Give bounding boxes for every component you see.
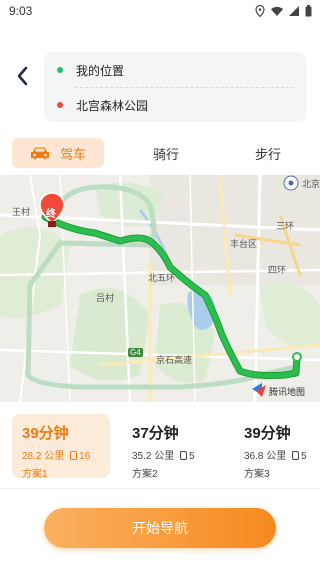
status-icons [255,5,312,17]
map-label-wangcun: 王村 [12,207,31,217]
map-label-fengtai: 丰台区 [230,239,258,249]
map-attribution: 腾讯地图 [269,387,306,397]
status-bar: 9:03 [0,0,320,22]
car-icon [30,147,49,160]
tab-walking[interactable]: 步行 [222,138,314,168]
tab-cycling[interactable]: 骑行 [120,138,212,168]
map-label-lucun: 吕村 [96,293,115,303]
dest-marker-label: 终 [46,209,56,220]
origin-text: 我的位置 [76,63,125,78]
plan-3-name: 方案3 [244,469,270,480]
tab-walking-label: 步行 [254,146,281,162]
plan-1-time: 39分钟 [22,425,69,442]
status-time: 9:03 [9,4,33,18]
plan-3-lights: 5 [301,451,307,462]
destination-text: 北宫森林公园 [76,98,149,113]
plan-2-meta: 35.2 公里 5 [132,447,220,462]
plan-3-distance: 36.8 公里 [244,451,287,462]
location-icon [255,5,265,17]
plan-card-2[interactable]: 37分钟 35.2 公里 5 方案2 [122,414,220,480]
plan-3-time: 39分钟 [244,425,291,442]
mode-tabs: 驾车 骑行 步行 [0,138,320,168]
plan-2-lights: 5 [189,451,195,462]
map-label-g4: G4 [128,348,143,357]
plan-2-name: 方案2 [132,469,158,480]
wifi-icon [271,6,283,16]
plan-2-time: 37分钟 [132,425,179,442]
chevron-left-icon [17,66,28,86]
bottom-divider [0,488,320,489]
route-plans: 39分钟 28.2 公里 16 方案1 37分钟 35.2 公里 5 方案2 3… [0,410,320,480]
map-view[interactable]: 终 王村 北京 丰台区 吕村 四环 三环 G4 京石高速 北五环 腾讯地图 [0,175,320,402]
tab-cycling-label: 骑行 [152,146,179,162]
traffic-light-icon [292,451,300,460]
map-label-sanhuan: 三环 [276,221,295,231]
start-navigation-button[interactable]: 开始导航 [44,508,276,548]
signal-icon [289,6,299,16]
origin-dot [57,67,63,73]
plan-1-lights: 16 [79,451,91,462]
destination-field[interactable]: 北宫森林公园 [44,88,306,122]
plan-1-meta: 28.2 公里 16 [22,447,110,462]
traffic-light-icon [180,451,188,460]
plan-card-3[interactable]: 39分钟 36.8 公里 5 方案3 [234,414,320,480]
traffic-light-icon [70,451,78,460]
plan-1-name: 方案1 [22,469,48,480]
battery-icon [305,5,312,17]
origin-field[interactable]: 我的位置 [44,53,306,87]
map-label-beijing: 北京 [302,179,320,189]
back-button[interactable] [12,64,32,88]
plan-3-meta: 36.8 公里 5 [244,447,320,462]
plan-2-distance: 35.2 公里 [132,451,175,462]
map-label-jingshi: 京石高速 [156,355,193,365]
map-label-sihuan: 四环 [268,265,287,275]
plan-card-1[interactable]: 39分钟 28.2 公里 16 方案1 [12,414,110,480]
map-label-beiwu: 北五环 [148,273,176,283]
route-box: 我的位置 北宫森林公园 [44,52,306,122]
tab-driving-label: 驾车 [59,146,86,162]
destination-dot [57,102,63,108]
route-header: 我的位置 北宫森林公园 [0,52,320,124]
plan-1-distance: 28.2 公里 [22,451,65,462]
tab-driving[interactable]: 驾车 [12,138,104,168]
